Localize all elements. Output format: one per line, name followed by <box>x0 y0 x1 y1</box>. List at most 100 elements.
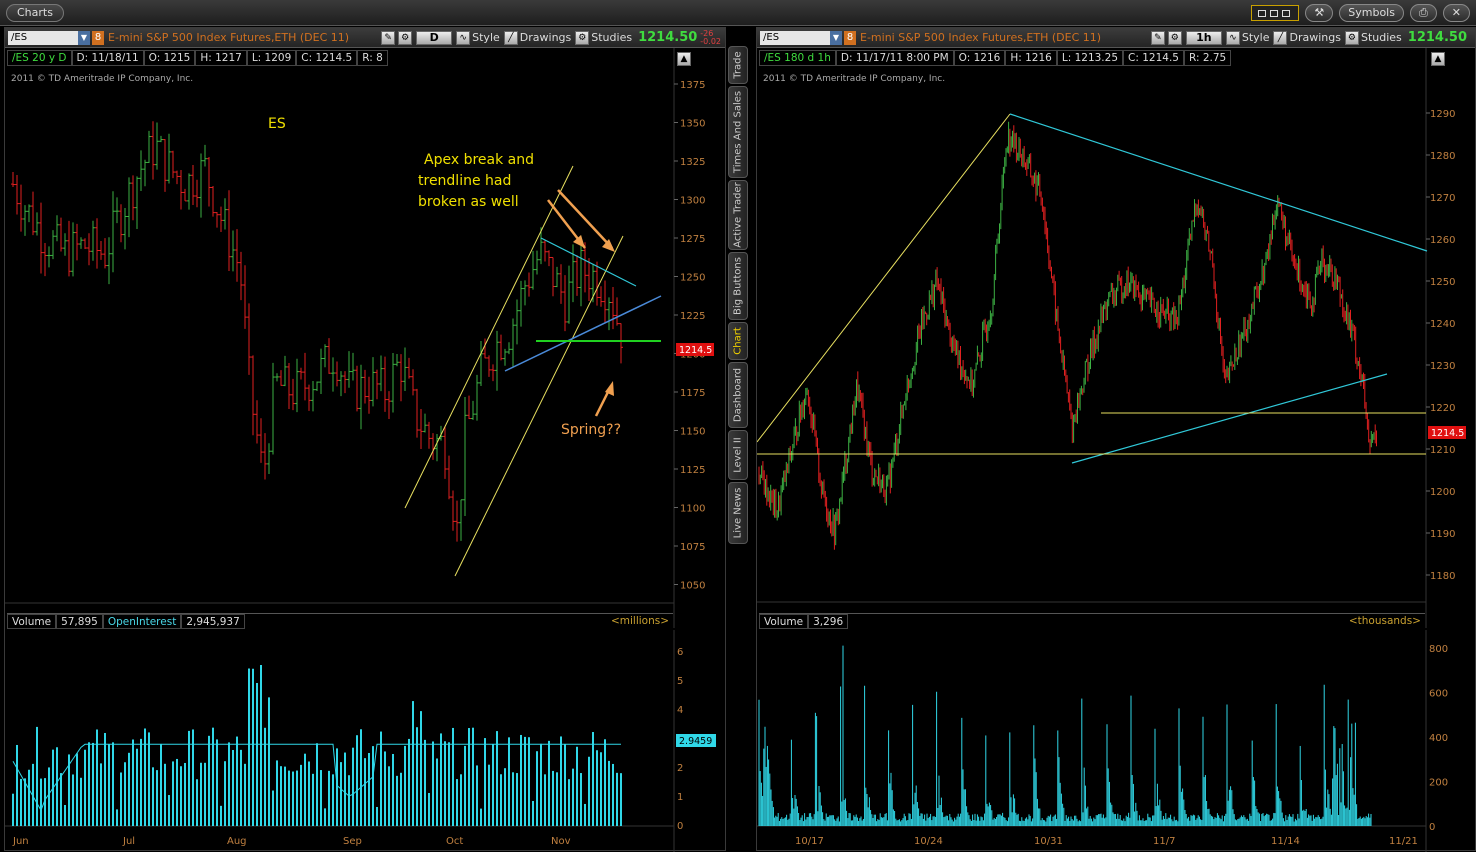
crosshair-icon[interactable]: ✎ <box>1150 30 1165 45</box>
right-volume-header: Volume 3,296 <thousands> <box>759 613 1425 629</box>
studies-icon: ⚙ <box>1344 30 1359 45</box>
price-tick-label: 1125 <box>680 465 705 476</box>
spring-annotation: Spring?? <box>561 422 621 438</box>
style-button[interactable]: ∿ Style <box>1225 30 1269 45</box>
drawings-icon: ╱ <box>1273 30 1288 45</box>
price-tick-label: 1100 <box>680 504 705 515</box>
volume-tick-label: 800 <box>1429 644 1448 655</box>
symbol-input[interactable]: /ES <box>8 30 78 45</box>
price-tick-label: 1300 <box>680 196 705 207</box>
right-chart-panel: /ES ▼ 8 E-mini S&P 500 Index Futures,ETH… <box>756 27 1476 852</box>
volume-value: 3,296 <box>808 614 849 629</box>
timeframe-selector[interactable]: 1h <box>1185 30 1222 45</box>
side-tab-chart[interactable]: Chart <box>728 322 748 360</box>
volume-tick-label: 400 <box>1429 733 1448 744</box>
drawings-button[interactable]: ╱ Drawings <box>1273 30 1341 45</box>
left-price-chart[interactable]: ES Apex break and trendline had broken a… <box>5 48 725 628</box>
price-tick-label: 1280 <box>1430 151 1455 162</box>
left-chart-panel: /ES ▼ 8 E-mini S&P 500 Index Futures,ETH… <box>4 27 726 852</box>
studies-icon: ⚙ <box>575 30 590 45</box>
price-tick-label: 1260 <box>1430 235 1455 246</box>
side-tab-label: Times And Sales <box>732 90 744 174</box>
date-label: 11/7 <box>1153 836 1175 847</box>
price-tick-label: 1050 <box>680 581 705 592</box>
side-tab-level-ii[interactable]: Level II <box>728 430 748 480</box>
price-tick-label: 1175 <box>680 388 705 399</box>
symbol-dropdown-icon[interactable]: ▼ <box>78 30 90 45</box>
volume-tick-label: 1 <box>677 792 683 803</box>
style-label: Style <box>472 31 500 44</box>
month-label: Sep <box>343 836 362 847</box>
price-tick-label: 1270 <box>1430 193 1455 204</box>
link-number[interactable]: 8 <box>92 30 104 45</box>
side-tab-big-buttons[interactable]: Big Buttons <box>728 252 748 320</box>
style-button[interactable]: ∿ Style <box>456 30 500 45</box>
close-icon[interactable]: ✕ <box>1442 4 1470 22</box>
side-tab-label: Dashboard <box>732 367 744 423</box>
apex-annotation-line1: Apex break and <box>424 152 534 168</box>
side-tab-label: Big Buttons <box>732 257 744 315</box>
volume-tick-label: 200 <box>1429 778 1448 789</box>
left-volume-chart[interactable]: 6543210 2.9459 JunJulAugSepOctNov <box>5 630 725 852</box>
crosshair-icon[interactable]: ✎ <box>381 30 396 45</box>
side-tab-trade[interactable]: Trade <box>728 46 748 84</box>
print-icon[interactable]: ⎙ <box>1409 4 1437 22</box>
left-price-tag: 1214.5 <box>679 345 712 356</box>
volume-units: <thousands> <box>1348 615 1421 627</box>
date-label: 10/24 <box>914 836 943 847</box>
price-tick-label: 1225 <box>680 311 705 322</box>
symbol-dropdown-icon[interactable]: ▼ <box>830 30 842 45</box>
es-label: ES <box>268 116 286 132</box>
price-tick-label: 1290 <box>1430 109 1455 120</box>
right-price-tag: 1214.5 <box>1431 428 1464 439</box>
right-volume-chart[interactable]: 800 600 400 200 0 10/17 10/24 10/31 11/7 11/14 11… <box>757 630 1475 852</box>
price-tick-label: 1230 <box>1430 361 1455 372</box>
price-tick-label: 1240 <box>1430 319 1455 330</box>
left-chart-header: /ES ▼ 8 E-mini S&P 500 Index Futures,ETH… <box>5 28 725 48</box>
timeframe-selector[interactable]: D <box>416 30 453 45</box>
last-price: 1214.50 <box>638 30 698 45</box>
apex-annotation-line2: trendline had <box>418 173 511 189</box>
symbol-input[interactable]: /ES <box>760 30 830 45</box>
studies-button[interactable]: ⚙ Studies <box>575 30 632 45</box>
month-label: Aug <box>227 836 247 847</box>
month-label: Jun <box>12 836 29 847</box>
top-toolbar: Charts ⚒ Symbols ⎙ ✕ <box>0 0 1476 26</box>
left-volume-header: Volume 57,895 OpenInterest 2,945,937 <mi… <box>7 613 673 629</box>
settings-icon[interactable]: ⚙ <box>1167 30 1182 45</box>
studies-button[interactable]: ⚙ Studies <box>1344 30 1402 45</box>
price-tick-label: 1180 <box>1430 571 1455 582</box>
right-chart-header: /ES ▼ 8 E-mini S&P 500 Index Futures,ETH… <box>757 28 1475 48</box>
link-number[interactable]: 8 <box>844 30 856 45</box>
price-tick-label: 1210 <box>1430 445 1455 456</box>
drawings-label: Drawings <box>1289 31 1341 44</box>
symbols-button[interactable]: Symbols <box>1339 4 1404 22</box>
price-tick-label: 1275 <box>680 234 705 245</box>
month-label: Nov <box>551 836 571 847</box>
price-tick-label: 1250 <box>1430 277 1455 288</box>
studies-label: Studies <box>1360 31 1402 44</box>
instrument-title: E-mini S&P 500 Index Futures,ETH (DEC 11… <box>108 31 350 44</box>
side-tab-label: Chart <box>732 327 744 355</box>
side-tab-label: Live News <box>732 487 744 539</box>
volume-tick-label: 2 <box>677 763 683 774</box>
side-tab-label: Level II <box>732 437 744 473</box>
price-tick-label: 1250 <box>680 273 705 284</box>
side-tab-dashboard[interactable]: Dashboard <box>728 362 748 428</box>
right-price-chart[interactable]: 1290 1280 1270 1260 1250 1240 1230 1220 1210 1200… <box>757 48 1475 628</box>
month-label: Oct <box>446 836 463 847</box>
wrench-icon[interactable]: ⚒ <box>1305 4 1334 22</box>
side-tab-label: Active Trader <box>732 182 744 248</box>
percent-change: -0.02 <box>700 36 721 46</box>
volume-value: 57,895 <box>56 614 103 629</box>
month-label: Jul <box>122 836 135 847</box>
drawings-button[interactable]: ╱ Drawings <box>503 30 571 45</box>
settings-icon[interactable]: ⚙ <box>398 30 413 45</box>
side-tab-times-and-sales[interactable]: Times And Sales <box>728 86 748 178</box>
side-tab-live-news[interactable]: Live News <box>728 482 748 544</box>
side-tab-label: Trade <box>732 51 744 79</box>
side-tab-active-trader[interactable]: Active Trader <box>728 180 748 250</box>
layout-grid-icon[interactable] <box>1251 5 1300 21</box>
charts-tab[interactable]: Charts <box>6 4 64 22</box>
apex-annotation-line3: broken as well <box>418 194 519 210</box>
